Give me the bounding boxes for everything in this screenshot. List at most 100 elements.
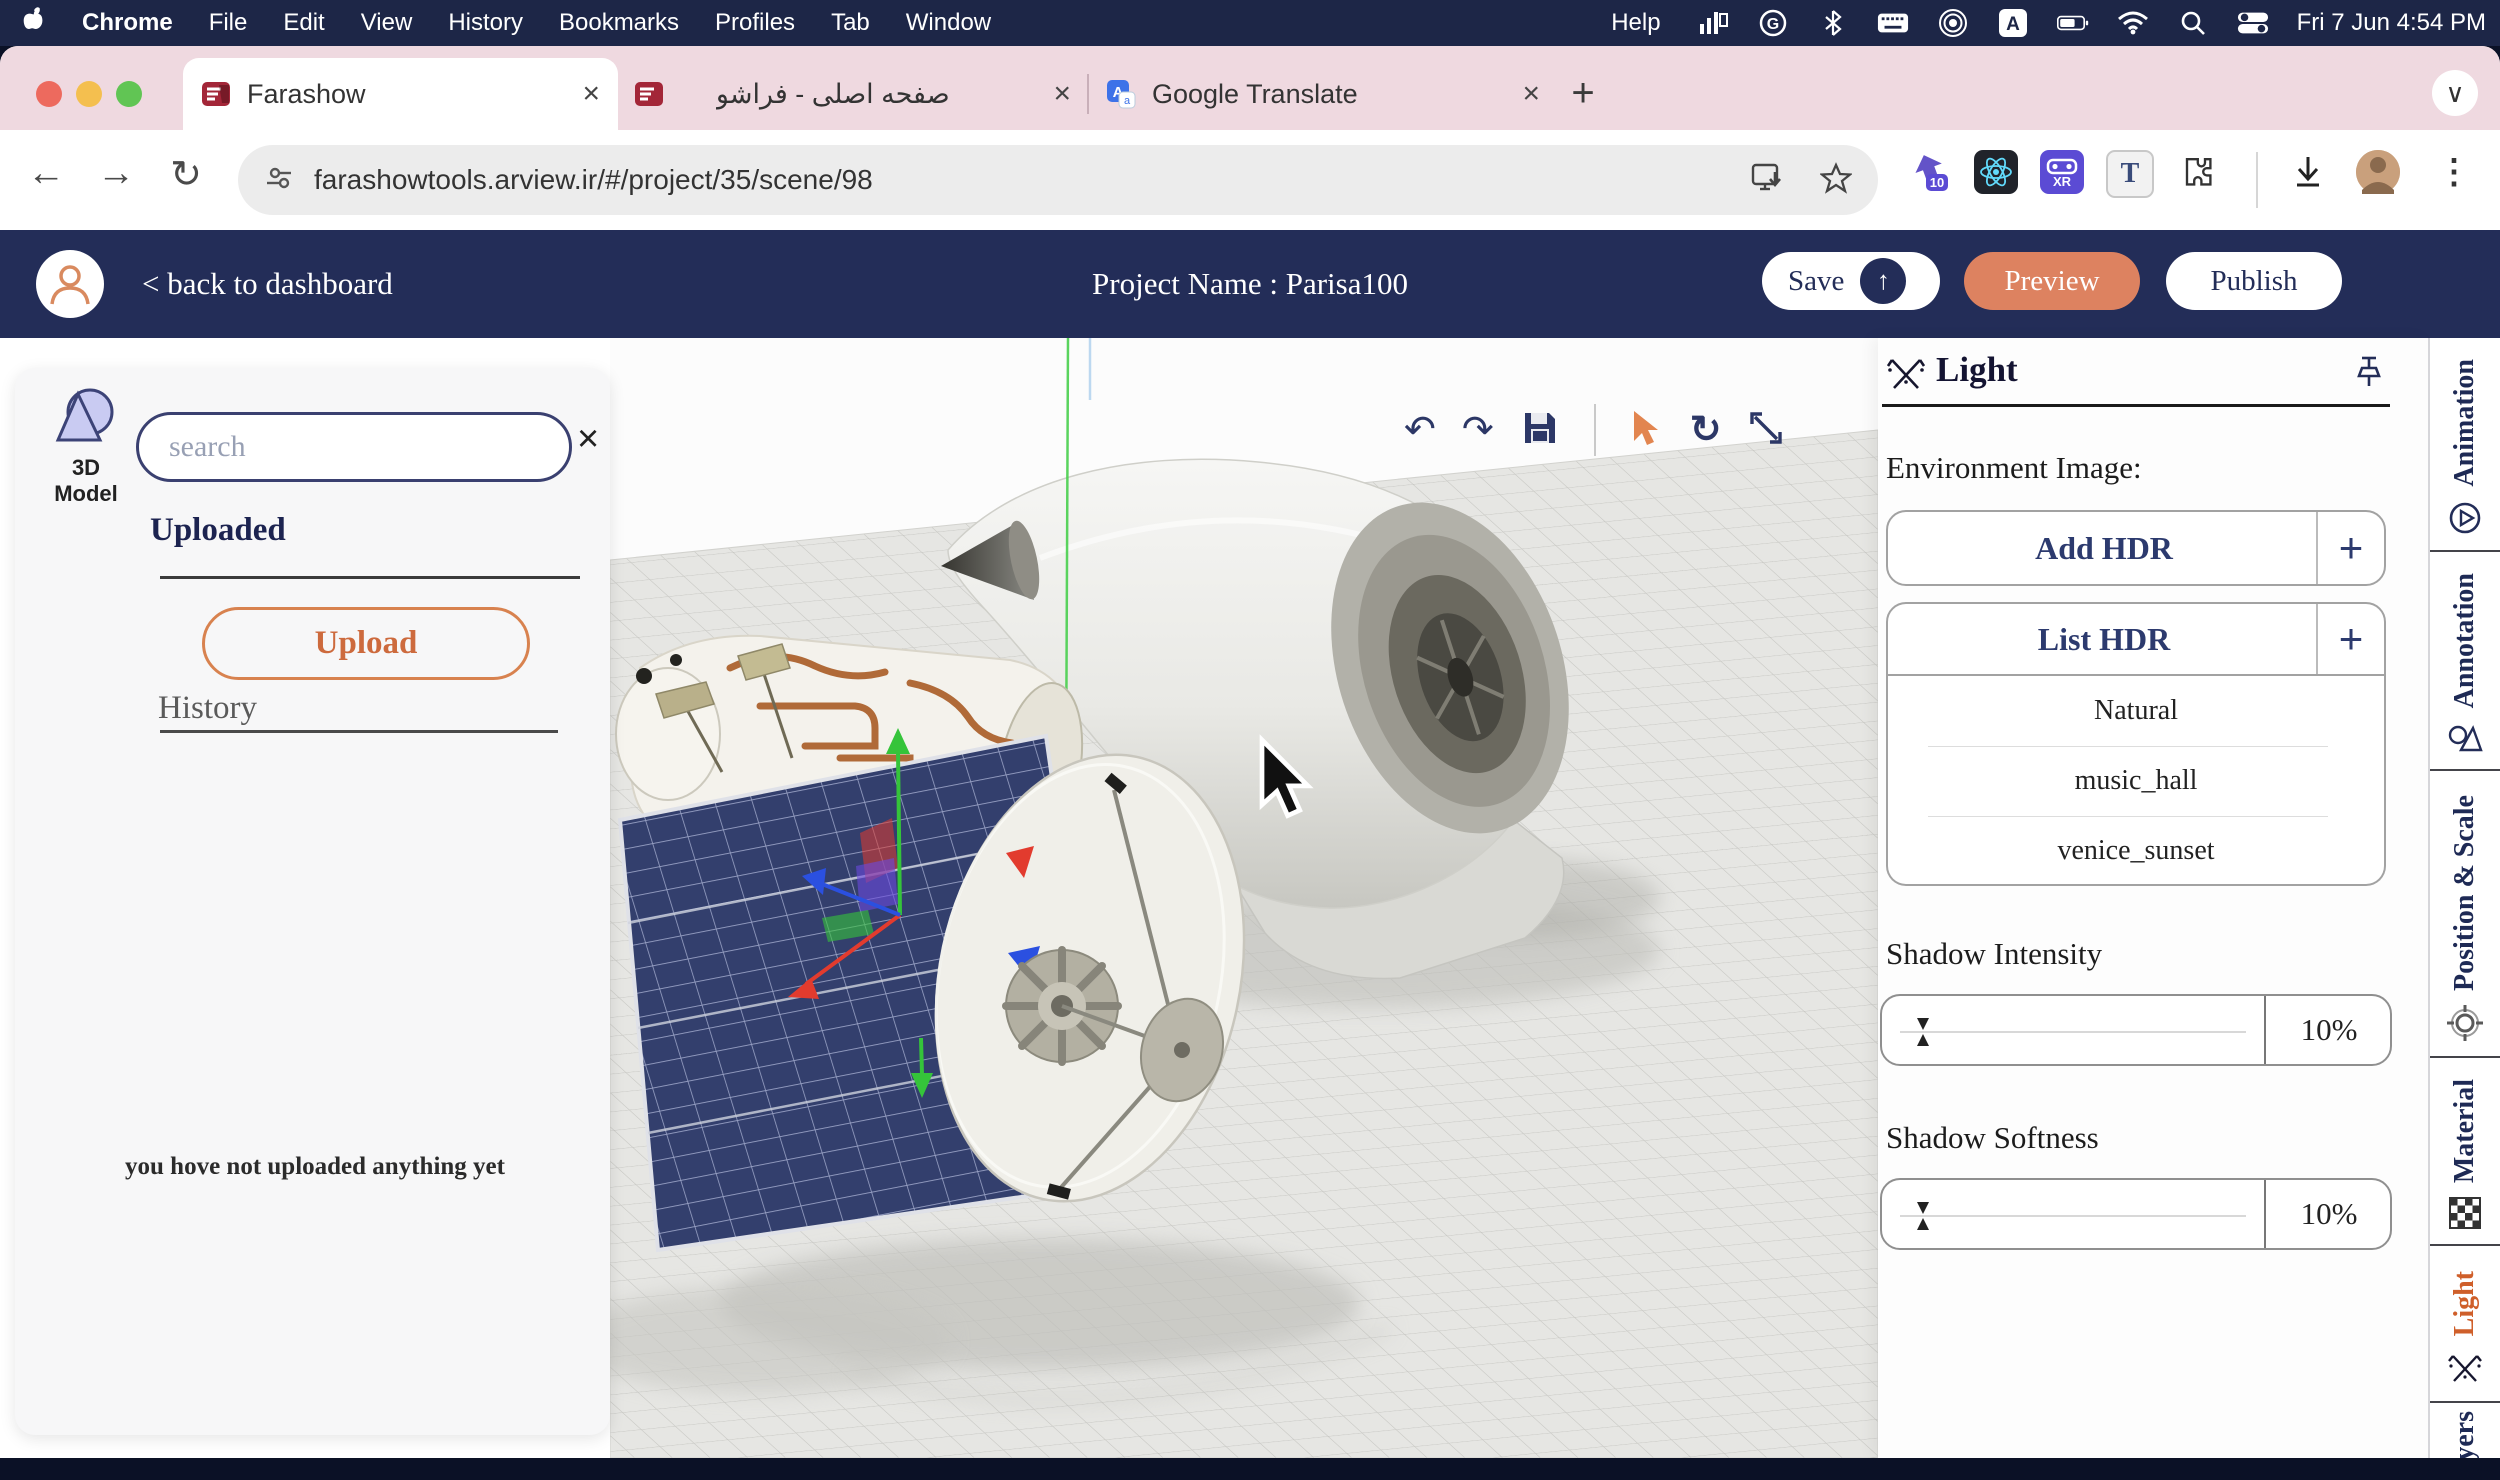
tab-google-translate[interactable]: Aa Google Translate × [1090, 58, 1556, 130]
add-hdr-plus-icon[interactable]: + [2316, 512, 2384, 584]
position-scale-icon [2447, 1005, 2483, 1046]
url-text[interactable]: farashowtools.arview.ir/#/project/35/sce… [314, 164, 873, 196]
downloads-icon[interactable] [2286, 150, 2330, 194]
slider-track[interactable] [1900, 1031, 2246, 1033]
keyboard-icon[interactable] [1877, 7, 1909, 39]
3d-model-label: 3D Model [43, 455, 129, 507]
3d-viewport[interactable] [610, 338, 1878, 1458]
light-icon [1884, 352, 1928, 399]
menu-bookmarks[interactable]: Bookmarks [559, 9, 679, 37]
browser-window: Farashow × صفحه اصلی - فراشو × Aa Google… [0, 46, 2500, 1458]
viewport-toolbar: ↶ ↷ ↻ [1404, 404, 1784, 456]
menu-tab[interactable]: Tab [831, 9, 870, 37]
address-bar[interactable]: farashowtools.arview.ir/#/project/35/sce… [238, 145, 1878, 215]
light-panel-title: Light [1936, 350, 2018, 390]
slider-track[interactable] [1900, 1215, 2246, 1217]
svg-text:G: G [1766, 16, 1778, 33]
rotate-tool-icon[interactable]: ↻ [1690, 411, 1722, 449]
tab-close-icon[interactable]: × [1522, 79, 1540, 109]
list-hdr-button[interactable]: List HDR + [1886, 602, 2386, 676]
battery-icon[interactable] [2057, 7, 2089, 39]
minimize-window-button[interactable] [76, 81, 102, 107]
bookmark-star-icon[interactable] [1820, 162, 1852, 199]
close-sidebar-icon[interactable]: × [577, 420, 599, 458]
hdr-item-natural[interactable]: Natural [1888, 676, 2384, 746]
uploaded-heading: Uploaded [150, 512, 286, 549]
tab-layers[interactable]: Layers [2430, 1405, 2500, 1458]
new-tab-button[interactable]: + [1560, 70, 1606, 116]
kebab-menu-icon[interactable]: ⋮ [2432, 150, 2476, 194]
tab-light[interactable]: Light [2430, 1248, 2500, 1403]
menu-history[interactable]: History [448, 9, 523, 37]
tab-close-icon[interactable]: × [1053, 79, 1071, 109]
tab-animation[interactable]: Animation [2430, 338, 2500, 552]
save-scene-icon[interactable] [1520, 408, 1560, 453]
publish-button[interactable]: Publish [2166, 252, 2342, 310]
apple-logo-icon[interactable] [22, 6, 46, 41]
slider-handle[interactable] [1914, 1200, 1932, 1237]
install-app-icon[interactable] [1750, 162, 1784, 199]
scale-tool-icon[interactable] [1748, 410, 1784, 451]
shadow-intensity-slider[interactable]: 10% [1880, 994, 2392, 1066]
save-button[interactable]: Save ↑ [1762, 252, 1940, 310]
back-icon[interactable]: ← [22, 152, 70, 195]
wifi-icon[interactable] [2117, 7, 2149, 39]
pin-icon[interactable] [2354, 354, 2384, 393]
tab-material[interactable]: Material [2430, 1060, 2500, 1246]
list-hdr-plus-icon[interactable]: + [2316, 604, 2384, 674]
input-source-icon[interactable]: A [1997, 7, 2029, 39]
undo-icon[interactable]: ↶ [1404, 411, 1436, 449]
select-tool-icon[interactable] [1630, 409, 1664, 452]
hdr-item-venice-sunset[interactable]: venice_sunset [1888, 816, 2384, 886]
reload-icon[interactable]: ↻ [162, 152, 210, 197]
control-center-icon[interactable] [2237, 7, 2269, 39]
stats-icon[interactable] [1697, 7, 1729, 39]
extension-t-icon[interactable]: T [2106, 150, 2154, 198]
site-settings-icon[interactable] [264, 163, 294, 198]
close-window-button[interactable] [36, 81, 62, 107]
tab-farashow[interactable]: Farashow × [183, 58, 618, 130]
add-hdr-button[interactable]: Add HDR + [1886, 510, 2386, 586]
slider-handle[interactable] [1914, 1016, 1932, 1053]
airplay-icon[interactable] [1937, 7, 1969, 39]
preview-button[interactable]: Preview [1964, 252, 2140, 310]
redo-icon[interactable]: ↷ [1462, 411, 1494, 449]
menu-chrome[interactable]: Chrome [82, 9, 173, 37]
macos-menu-bar: Chrome File Edit View History Bookmarks … [0, 0, 2500, 46]
profile-avatar[interactable] [2356, 150, 2400, 194]
extension-react-icon[interactable] [1974, 150, 2018, 194]
upload-button[interactable]: Upload [202, 607, 530, 680]
forward-icon[interactable]: → [92, 152, 140, 195]
menu-window[interactable]: Window [906, 9, 991, 37]
panel-tab-strip: Animation Annotation Position & Scale Ma… [2428, 338, 2500, 1458]
menu-help[interactable]: Help [1611, 9, 1660, 37]
menu-view[interactable]: View [361, 9, 413, 37]
hdr-item-music-hall[interactable]: music_hall [1888, 746, 2384, 816]
menu-clock[interactable]: Fri 7 Jun 4:54 PM [2297, 9, 2486, 37]
material-icon [2449, 1197, 2481, 1234]
environment-image-label: Environment Image: [1886, 450, 2142, 486]
menu-file[interactable]: File [209, 9, 248, 37]
light-tab-icon [2446, 1350, 2484, 1391]
bluetooth-icon[interactable] [1817, 7, 1849, 39]
tab-search-chevron[interactable]: ∨ [2432, 70, 2478, 116]
extensions-puzzle-icon[interactable] [2176, 150, 2220, 194]
g-circle-icon[interactable]: G [1757, 7, 1789, 39]
tab-position-scale[interactable]: Position & Scale [2430, 773, 2500, 1058]
spotlight-search-icon[interactable] [2177, 7, 2209, 39]
extension-xr-icon[interactable]: XR [2040, 150, 2084, 194]
tab-farashow-home[interactable]: صفحه اصلی - فراشو × [618, 58, 1087, 130]
tab-divider [1087, 74, 1089, 114]
screen: Chrome File Edit View History Bookmarks … [0, 0, 2500, 1480]
tab-close-icon[interactable]: × [582, 79, 600, 109]
toolbar-divider [1594, 404, 1596, 456]
extension-arrow10-icon[interactable]: 10 [1908, 150, 1952, 194]
search-input[interactable] [136, 412, 572, 482]
tab-annotation[interactable]: Annotation [2430, 554, 2500, 771]
3d-model-tool[interactable]: 3D Model [43, 386, 129, 507]
menu-edit[interactable]: Edit [283, 9, 324, 37]
menu-profiles[interactable]: Profiles [715, 9, 795, 37]
uploaded-rule [160, 576, 580, 579]
shadow-softness-slider[interactable]: 10% [1880, 1178, 2392, 1250]
zoom-window-button[interactable] [116, 81, 142, 107]
